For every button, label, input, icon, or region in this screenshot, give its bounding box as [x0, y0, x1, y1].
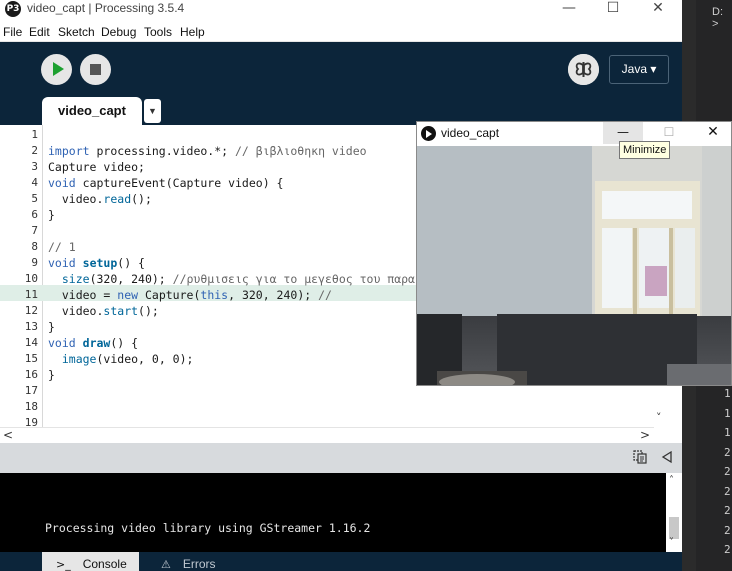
line-number: 17 [24, 384, 38, 397]
line-number: 11 [24, 288, 38, 301]
menu-debug[interactable]: Debug [101, 25, 136, 39]
webcam-video-frame [417, 146, 731, 385]
background-line-number: 1 [724, 387, 731, 400]
editor-horizontal-scrollbar[interactable]: < > [0, 427, 654, 443]
code-line[interactable]: } [48, 207, 55, 223]
console-tab-bar: >_ Console ⚠ Errors [0, 552, 682, 571]
menu-bar: File Edit Sketch Debug Tools Help [0, 22, 682, 42]
minimize-button[interactable]: — [554, 0, 584, 18]
play-icon [53, 62, 64, 76]
console-scroll-down-icon[interactable]: ˅ [669, 537, 674, 548]
line-number: 7 [31, 224, 38, 237]
toolbar: Java ▾ [0, 42, 682, 97]
sketch-window-title: video_capt [441, 126, 500, 140]
debug-button[interactable] [568, 54, 599, 85]
console-panel[interactable]: Processing video library using GStreamer… [0, 473, 666, 552]
code-line[interactable]: void captureEvent(Capture video) { [48, 175, 283, 191]
line-number: 18 [24, 400, 38, 413]
menu-help[interactable]: Help [180, 25, 205, 39]
background-line-number: 2 [724, 465, 731, 478]
collapse-icon[interactable] [660, 450, 674, 468]
menu-edit[interactable]: Edit [29, 25, 50, 39]
processing-logo-icon: P3 [5, 1, 21, 17]
line-number: 3 [31, 160, 38, 173]
status-bar [0, 443, 682, 473]
line-number: 9 [31, 256, 38, 269]
window-title: video_capt | Processing 3.5.4 [27, 1, 185, 15]
line-number: 13 [24, 320, 38, 333]
tab-console[interactable]: >_ Console [42, 552, 139, 571]
line-number: 6 [31, 208, 38, 221]
tab-video-capt[interactable]: video_capt [42, 97, 142, 125]
scroll-down-arrow-icon[interactable]: ˅ [656, 411, 662, 424]
run-button[interactable] [41, 54, 72, 85]
line-number: 5 [31, 192, 38, 205]
tab-menu-arrow-icon[interactable]: ▼ [144, 99, 161, 123]
sketch-close-button[interactable]: ✕ [693, 122, 731, 144]
console-scroll-thumb[interactable] [669, 517, 679, 539]
code-line[interactable]: video = new Capture(this, 320, 240); // [48, 287, 332, 303]
line-number: 16 [24, 368, 38, 381]
line-number: 1 [31, 128, 38, 141]
console-output: Processing video library using GStreamer… [45, 521, 371, 535]
scroll-right-arrow-icon[interactable]: > [640, 428, 650, 442]
background-line-number: 2 [724, 523, 731, 537]
code-line[interactable]: size(320, 240); //ρυθμισεις για το μεγεθ… [48, 271, 415, 287]
tab-errors-label: Errors [182, 557, 216, 571]
menu-file[interactable]: File [3, 25, 22, 39]
background-line-number: 1 [724, 426, 731, 439]
background-line-number: 2 [724, 543, 731, 556]
mode-selector[interactable]: Java ▾ [609, 55, 669, 84]
background-line-number: 2 [724, 484, 731, 498]
code-line[interactable]: } [48, 367, 55, 383]
menu-tools[interactable]: Tools [144, 25, 172, 39]
stop-button[interactable] [80, 54, 111, 85]
code-line[interactable]: void draw() { [48, 335, 138, 351]
copy-icon[interactable] [633, 450, 647, 468]
menu-sketch[interactable]: Sketch [58, 25, 95, 39]
line-number: 12 [24, 304, 38, 317]
stop-icon [90, 64, 101, 75]
processing-run-icon [421, 126, 436, 141]
line-number: 2 [31, 144, 38, 157]
background-line-number: 1 [724, 406, 731, 420]
console-icon: >_ [56, 558, 71, 571]
code-line[interactable]: // 1 [48, 239, 76, 255]
tab-errors[interactable]: ⚠ Errors [149, 552, 239, 571]
console-scroll-up-icon[interactable]: ˄ [669, 475, 674, 486]
minimize-tooltip: Minimize [619, 141, 671, 159]
close-button[interactable]: ✕ [643, 0, 673, 18]
code-line[interactable]: image(video, 0, 0); [48, 351, 194, 367]
scroll-left-arrow-icon[interactable]: < [3, 428, 13, 442]
sketch-output-window: video_capt — ☐ ✕ [416, 121, 732, 386]
console-scrollbar[interactable]: ˄ ˅ [666, 473, 682, 552]
butterfly-icon [568, 54, 599, 85]
line-number: 14 [24, 336, 38, 349]
background-line-number: 2 [724, 504, 731, 517]
title-bar[interactable]: P3 video_capt | Processing 3.5.4 — ☐ ✕ [0, 0, 682, 22]
line-number: 15 [24, 352, 38, 365]
code-line[interactable]: import processing.video.*; // βιβλιοθηκη… [48, 143, 367, 159]
line-number: 10 [24, 272, 38, 285]
line-number: 8 [31, 240, 38, 253]
line-number: 4 [31, 176, 38, 189]
code-line[interactable]: } [48, 319, 55, 335]
code-line[interactable]: Capture video; [48, 159, 145, 175]
code-line[interactable]: video.read(); [48, 191, 152, 207]
code-line[interactable]: video.start(); [48, 303, 159, 319]
drive-breadcrumb: D: > [712, 6, 723, 30]
background-line-number: 2 [724, 445, 731, 459]
maximize-button[interactable]: ☐ [598, 0, 628, 18]
sketch-title-bar[interactable]: video_capt — ☐ ✕ [417, 122, 731, 146]
tab-console-label: Console [82, 557, 127, 571]
warning-icon: ⚠ [161, 558, 171, 571]
code-line[interactable]: void setup() { [48, 255, 145, 271]
